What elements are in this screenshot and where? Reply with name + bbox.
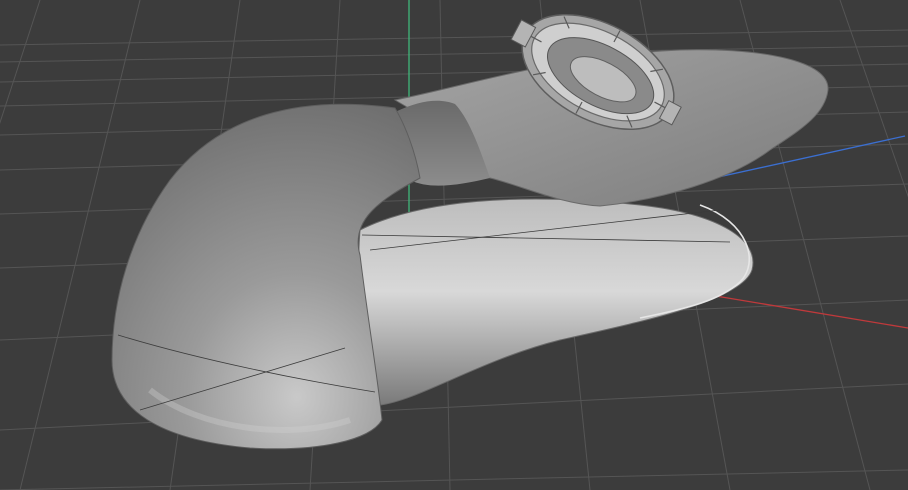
engine-nacelle-model[interactable] [111, 49, 829, 450]
3d-viewport[interactable] [0, 0, 908, 490]
nacelle-core-body[interactable] [357, 198, 754, 406]
